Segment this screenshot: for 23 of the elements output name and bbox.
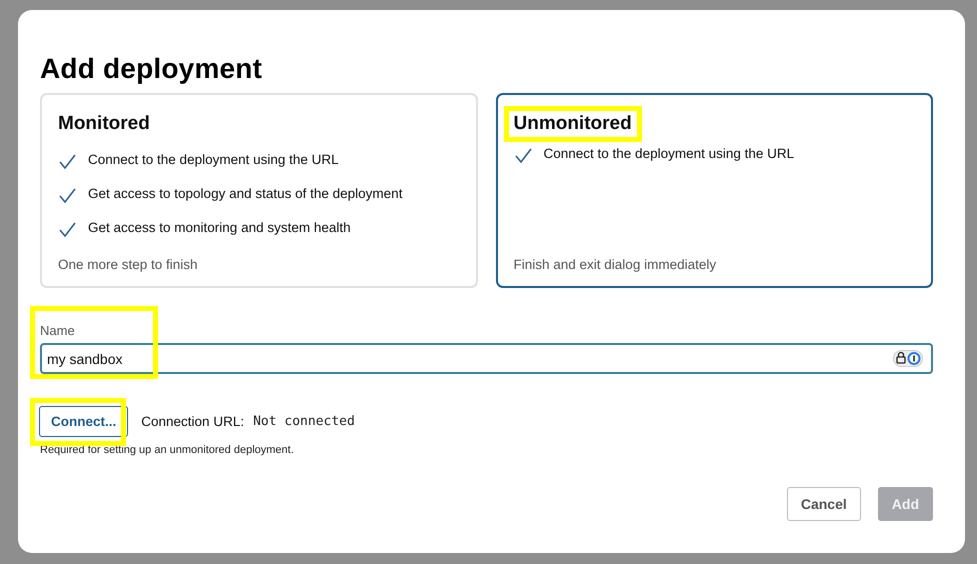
connect-button[interactable]: Connect... [39, 406, 128, 437]
feature-text: Connect to the deployment using the URL [88, 152, 339, 166]
option-title: Monitored [58, 113, 150, 134]
field-label: Name [40, 323, 75, 338]
dialog-title: Add deployment [40, 53, 262, 85]
option-note: Finish and exit dialog immediately [514, 257, 718, 272]
option-title: Unmonitored [514, 113, 632, 134]
option-card[interactable]: Unmonitored Connect to the deployment using the URL Finish and exit dialog immediately [496, 93, 933, 288]
checkmark-icon [58, 187, 78, 205]
checkmark-icon [58, 153, 78, 171]
helper-text: Required for setting up an unmonitored deployment. [40, 444, 295, 456]
connection-label: Connection URL: [141, 414, 244, 429]
cancel-button[interactable]: Cancel [786, 487, 861, 521]
feature-text: Connect to the deployment using the URL [544, 146, 794, 160]
option-note: One more step to finish [58, 257, 199, 272]
name-field[interactable]: my sandbox [40, 343, 933, 374]
checkmark-icon [514, 147, 534, 165]
option-card[interactable]: Monitored Connect to the deployment using the URL Get access to topology and status of the deployment Get access to monitoring and system health One more step to finish [40, 93, 478, 288]
checkmark-icon [58, 221, 78, 239]
feature-text: Get access to monitoring and system health [88, 220, 351, 234]
connection-value: Not connected [253, 414, 355, 429]
feature-text: Get access to topology and status of the deployment [88, 186, 402, 200]
password-manager-icon[interactable] [893, 350, 923, 367]
